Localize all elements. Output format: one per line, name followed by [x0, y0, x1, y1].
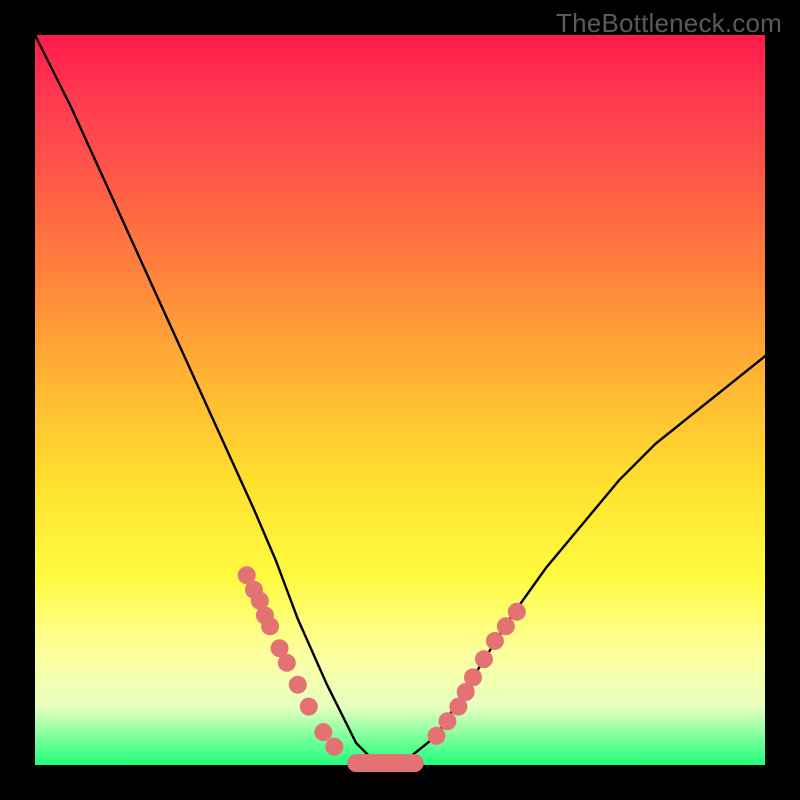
- data-point: [314, 723, 332, 741]
- data-point: [300, 698, 318, 716]
- data-point: [261, 617, 279, 635]
- watermark-text: TheBottleneck.com: [556, 8, 782, 39]
- valley-flat-points: [347, 754, 423, 772]
- chart-svg: [35, 35, 765, 765]
- data-point: [475, 650, 493, 668]
- left-cluster-points: [238, 566, 344, 756]
- right-cluster-points: [428, 603, 526, 745]
- data-point: [486, 632, 504, 650]
- data-point: [497, 617, 515, 635]
- data-point: [508, 603, 526, 621]
- data-point: [428, 727, 446, 745]
- plot-area: [35, 35, 765, 765]
- data-point: [464, 668, 482, 686]
- valley-pill: [347, 754, 423, 772]
- data-point: [278, 654, 296, 672]
- chart-frame: TheBottleneck.com: [0, 0, 800, 800]
- bottleneck-curve: [35, 35, 765, 765]
- data-point: [438, 712, 456, 730]
- data-point: [289, 676, 307, 694]
- data-point: [325, 738, 343, 756]
